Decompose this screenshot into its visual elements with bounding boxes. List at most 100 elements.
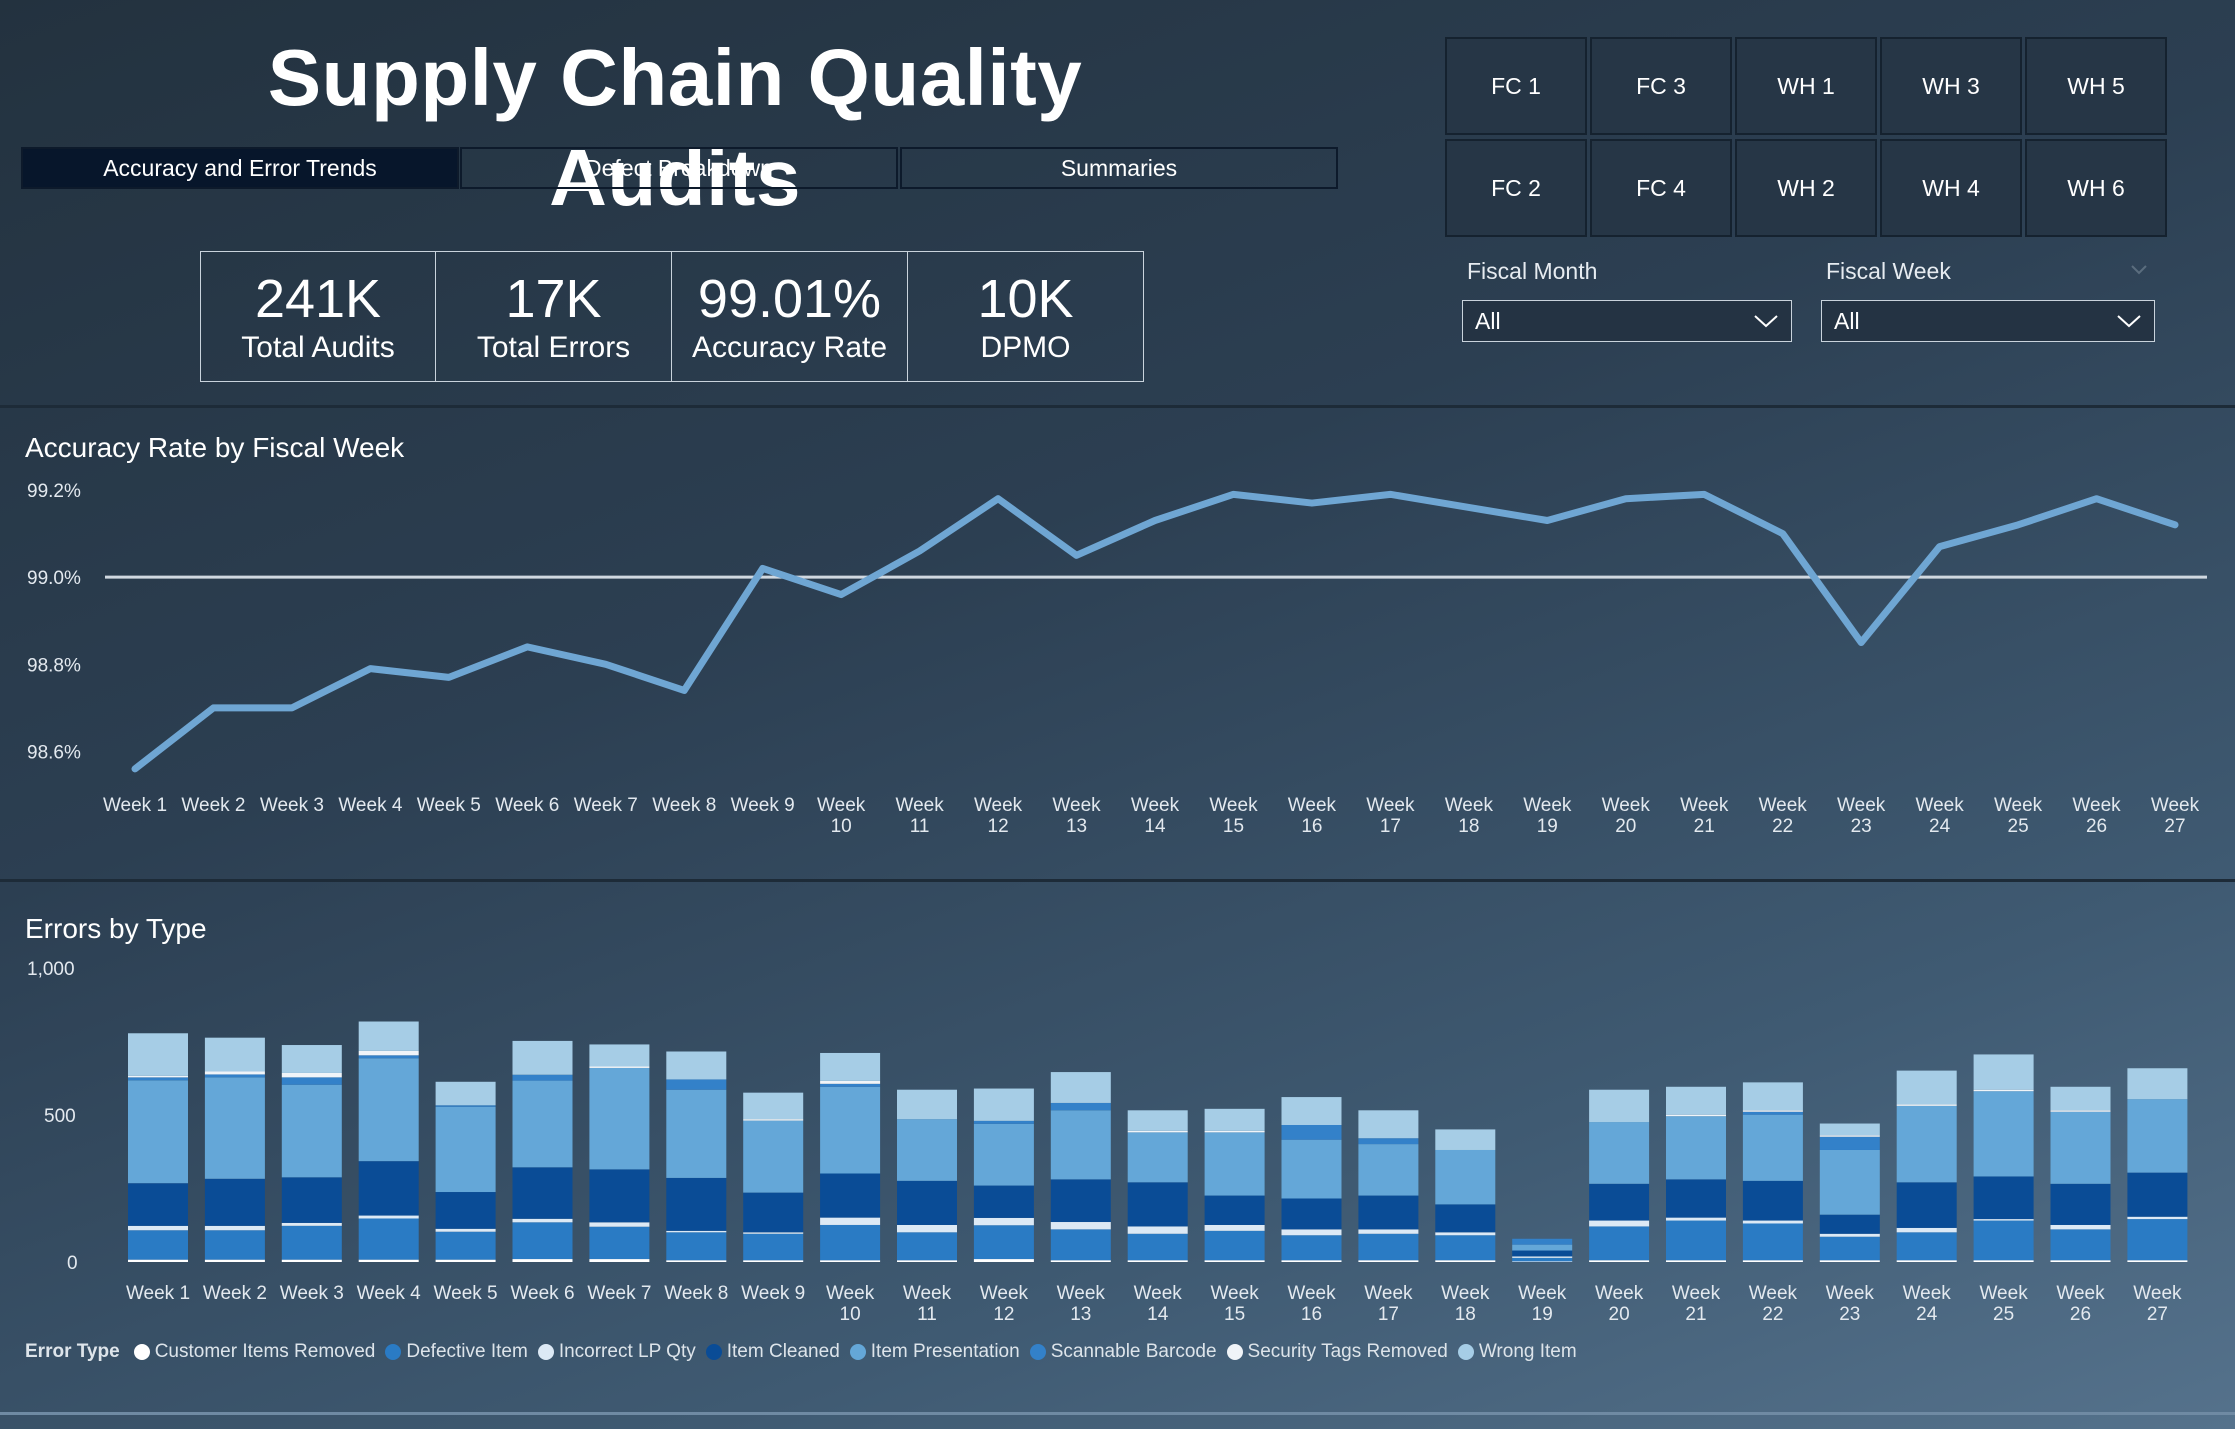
bar-segment <box>1127 1226 1188 1234</box>
bar-segment <box>1358 1195 1419 1230</box>
kpi-label: Total Errors <box>476 330 631 364</box>
bar-segment <box>1666 1220 1726 1261</box>
bar-segment <box>1281 1139 1342 1199</box>
bar-segment <box>512 1218 573 1223</box>
facility-button-wh-1[interactable]: WH 1 <box>1735 37 1877 135</box>
data-point <box>2093 495 2100 502</box>
bar-segment <box>512 1222 573 1260</box>
facility-button-fc-1[interactable]: FC 1 <box>1445 37 1587 135</box>
bar-segment <box>1050 1222 1111 1230</box>
bar-segment <box>589 1044 650 1067</box>
bar-segment <box>1819 1236 1880 1261</box>
tab-defect-breakdown[interactable]: Defect Breakdown <box>460 147 898 189</box>
facility-button-wh-3[interactable]: WH 3 <box>1880 37 2022 135</box>
facility-button-wh-4[interactable]: WH 4 <box>1880 139 2022 237</box>
bar-segment <box>281 1225 342 1260</box>
bar-segment <box>1742 1111 1803 1115</box>
kpi-label: DPMO <box>980 330 1071 364</box>
bar-segment <box>358 1058 419 1162</box>
bar-segment <box>1435 1232 1496 1236</box>
data-point <box>995 495 1002 502</box>
bar-segment <box>1742 1082 1803 1111</box>
legend-item[interactable]: Customer Items Removed <box>133 1341 375 1363</box>
fiscal-week-value: All <box>1834 307 1860 334</box>
bar-segment <box>1742 1114 1803 1181</box>
x-tick-label: Week 5 <box>434 1283 498 1304</box>
accuracy-line-chart: 98.6% 98.8% 99.0% 99.2% Week 1 Week 2 Week 3 We… <box>27 481 2207 837</box>
facility-button-fc-4[interactable]: FC 4 <box>1590 139 1732 237</box>
y-tick-label: 99.0% <box>27 568 81 589</box>
legend-dot <box>537 1344 554 1360</box>
legend-item[interactable]: Security Tags Removed <box>1226 1341 1448 1363</box>
bar-segment <box>1127 1182 1188 1227</box>
tab-summaries[interactable]: Summaries <box>900 147 1338 189</box>
data-point <box>2015 521 2022 528</box>
x-tick-label: Week 6 <box>510 1283 574 1304</box>
bar-segment <box>2050 1229 2111 1261</box>
bar-segment <box>897 1232 957 1261</box>
bar-segment <box>1358 1138 1419 1145</box>
bar-segment <box>1589 1226 1650 1261</box>
facility-button-fc-3[interactable]: FC 3 <box>1590 37 1732 135</box>
bar-segment <box>589 1222 650 1227</box>
bar-segment <box>281 1045 342 1073</box>
page-title: Supply Chain Quality Audits <box>267 33 1083 222</box>
bar-chart-title: Errors by Type <box>25 913 207 944</box>
x-tick-label: Week 26 <box>2072 795 2121 837</box>
legend-item[interactable]: Defective Item <box>385 1341 528 1363</box>
legend-item[interactable]: Item Presentation <box>849 1341 1020 1363</box>
bar-segment <box>1666 1086 1726 1115</box>
data-point <box>838 591 845 598</box>
bar-segment <box>281 1259 342 1262</box>
bar-segment <box>897 1089 957 1120</box>
data-point <box>1387 491 1394 498</box>
bar-segment <box>1819 1214 1880 1234</box>
bar-segment <box>1973 1220 2034 1261</box>
tab-label: Accuracy and Error Trends <box>103 154 377 181</box>
data-point <box>1465 504 1472 511</box>
bar-segment <box>1896 1260 1957 1262</box>
legend-item[interactable]: Item Cleaned <box>705 1341 840 1363</box>
x-tick-label: Week 22 <box>1749 1283 1798 1325</box>
legend-item[interactable]: Wrong Item <box>1457 1341 1577 1363</box>
bar-segment <box>1819 1135 1880 1137</box>
bar-segment <box>1435 1235 1496 1261</box>
bar-segment <box>1666 1116 1726 1180</box>
bar-segment <box>1896 1104 1957 1106</box>
fiscal-month-dropdown[interactable]: All <box>1462 300 1792 342</box>
tab-accuracy-error-trends[interactable]: Accuracy and Error Trends <box>21 147 459 189</box>
x-tick-label: Week 17 <box>1366 795 1415 837</box>
chevron-down-icon[interactable] <box>2130 264 2148 276</box>
fiscal-week-dropdown[interactable]: All <box>1821 300 2155 342</box>
bar-segment <box>973 1217 1034 1226</box>
bar-segment <box>204 1230 265 1260</box>
data-point <box>759 565 766 572</box>
legend-dot <box>1457 1344 1474 1360</box>
bar-segment <box>1819 1123 1880 1136</box>
x-tick-label: Week 1 <box>126 1283 190 1304</box>
bar-segment <box>1742 1260 1803 1262</box>
facility-button-wh-6[interactable]: WH 6 <box>2025 139 2167 237</box>
bar-segment <box>666 1079 727 1090</box>
bar-segment <box>589 1259 650 1262</box>
fiscal-month-value: All <box>1475 307 1501 334</box>
facility-button-fc-2[interactable]: FC 2 <box>1445 139 1587 237</box>
bar-segment <box>435 1228 496 1232</box>
legend-label: Security Tags Removed <box>1247 1341 1448 1362</box>
bar-segment <box>973 1225 1034 1260</box>
facility-button-wh-5[interactable]: WH 5 <box>2025 37 2167 135</box>
bar-segment <box>666 1177 727 1231</box>
bar-segment <box>1050 1102 1111 1111</box>
legend-item[interactable]: Scannable Barcode <box>1029 1341 1217 1363</box>
bar-segment <box>666 1232 727 1261</box>
bar-segment <box>1896 1182 1957 1228</box>
bar-segment <box>1819 1260 1880 1262</box>
x-tick-label: Week 16 <box>1287 1283 1336 1325</box>
bar-segment <box>2127 1219 2188 1261</box>
legend-item[interactable]: Incorrect LP Qty <box>537 1341 696 1363</box>
bar-segment <box>1127 1260 1188 1262</box>
bar-segment <box>2127 1099 2188 1173</box>
x-tick-label: Week 1 <box>103 795 167 816</box>
facility-button-wh-2[interactable]: WH 2 <box>1735 139 1877 237</box>
bar-segment <box>2050 1086 2111 1111</box>
